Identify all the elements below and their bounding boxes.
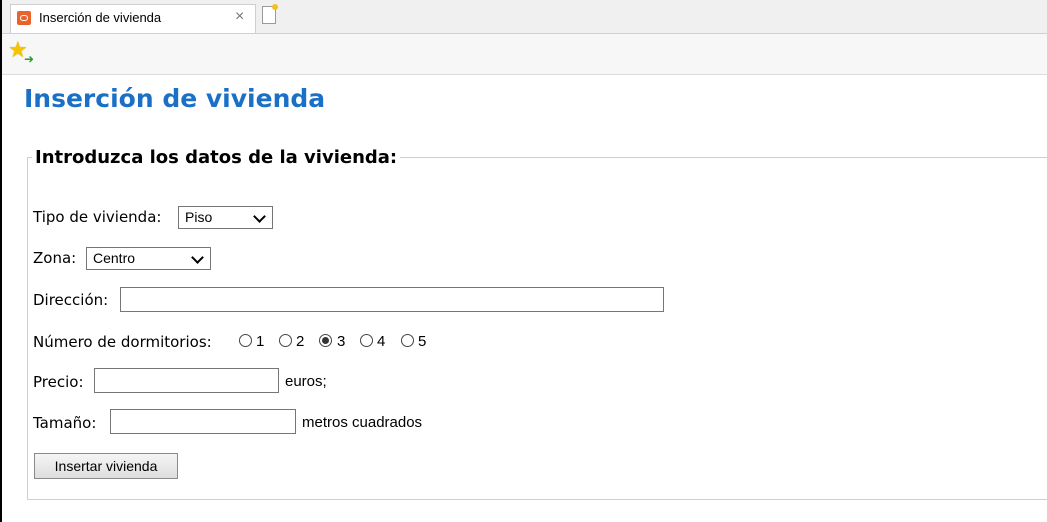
dormitorios-radio-1[interactable] [239, 334, 252, 347]
dormitorios-radio-5[interactable] [401, 334, 414, 347]
zona-select[interactable]: Centro [86, 247, 211, 270]
tab-strip: Inserción de vivienda × [2, 0, 1047, 34]
form-legend: Introduzca los datos de la vivienda: [32, 147, 401, 168]
dormitorios-option-label: 4 [377, 333, 386, 350]
direccion-label: Dirección: [33, 291, 109, 309]
tipo-label: Tipo de vivienda: [33, 208, 162, 226]
chevron-down-icon [253, 210, 266, 223]
direccion-input[interactable] [120, 287, 664, 312]
add-arrow-icon: ➜ [24, 52, 35, 66]
zona-selected-value: Centro [93, 250, 136, 266]
tipo-selected-value: Piso [185, 209, 213, 225]
dormitorios-option-label: 1 [256, 333, 265, 350]
tab-insercion[interactable]: Inserción de vivienda × [10, 4, 256, 33]
tamano-unit: metros cuadrados [302, 414, 423, 431]
precio-unit: euros; [285, 373, 327, 390]
close-icon[interactable]: × [235, 8, 244, 26]
browser-window: Inserción de vivienda × ★ ➜ Inserción de… [0, 0, 1047, 522]
dormitorios-radio-4[interactable] [360, 334, 373, 347]
tipo-select[interactable]: Piso [178, 206, 273, 229]
precio-input[interactable] [94, 368, 279, 393]
favorites-bar: ★ ➜ [2, 34, 1047, 75]
dormitorios-option-label: 3 [337, 333, 346, 350]
xampp-favicon-icon [17, 11, 31, 25]
dormitorios-option-label: 2 [296, 333, 305, 350]
tab-title: Inserción de vivienda [39, 10, 162, 25]
new-tab-icon[interactable] [262, 4, 278, 24]
tamano-input[interactable] [110, 409, 296, 434]
insertar-vivienda-button[interactable]: Insertar vivienda [34, 453, 178, 479]
zona-label: Zona: [33, 249, 77, 267]
tamano-label: Tamaño: [33, 414, 97, 432]
dormitorios-radio-3[interactable] [319, 334, 332, 347]
dormitorios-option-label: 5 [418, 333, 427, 350]
dormitorios-radio-2[interactable] [279, 334, 292, 347]
precio-label: Precio: [33, 373, 84, 391]
dormitorios-label: Número de dormitorios: [33, 333, 212, 351]
chevron-down-icon [191, 251, 204, 264]
page-title: Inserción de vivienda [24, 84, 326, 113]
